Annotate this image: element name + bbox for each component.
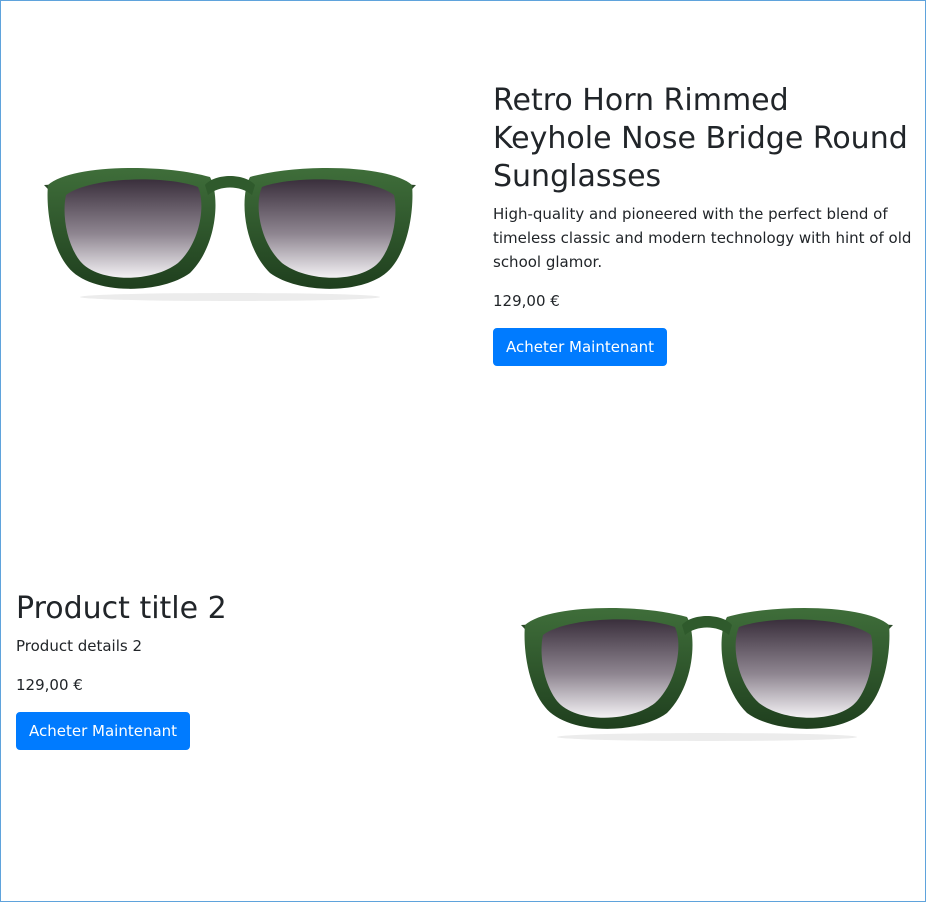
- product-details: Product details 2: [16, 637, 143, 655]
- sunglasses-icon: [521, 607, 893, 741]
- buy-now-button[interactable]: Acheter Maintenant: [16, 712, 191, 750]
- product-price: 129,00 €: [493, 292, 560, 310]
- product-image-1: [40, 155, 420, 305]
- buy-now-button[interactable]: Acheter Maintenant: [493, 328, 668, 366]
- product-info-1: Retro Horn Rimmed Keyhole Nose Bridge Ro…: [493, 82, 913, 366]
- product-title: Product title 2: [16, 591, 227, 626]
- product-image-2: [517, 595, 897, 745]
- product-info-2: Product title 2 Product details 2 129,00…: [16, 590, 436, 750]
- product-title: Retro Horn Rimmed Keyhole Nose Bridge Ro…: [493, 83, 908, 194]
- sunglasses-icon: [44, 167, 416, 301]
- product-price: 129,00 €: [16, 676, 83, 694]
- product-details: High-quality and pioneered with the perf…: [493, 205, 912, 271]
